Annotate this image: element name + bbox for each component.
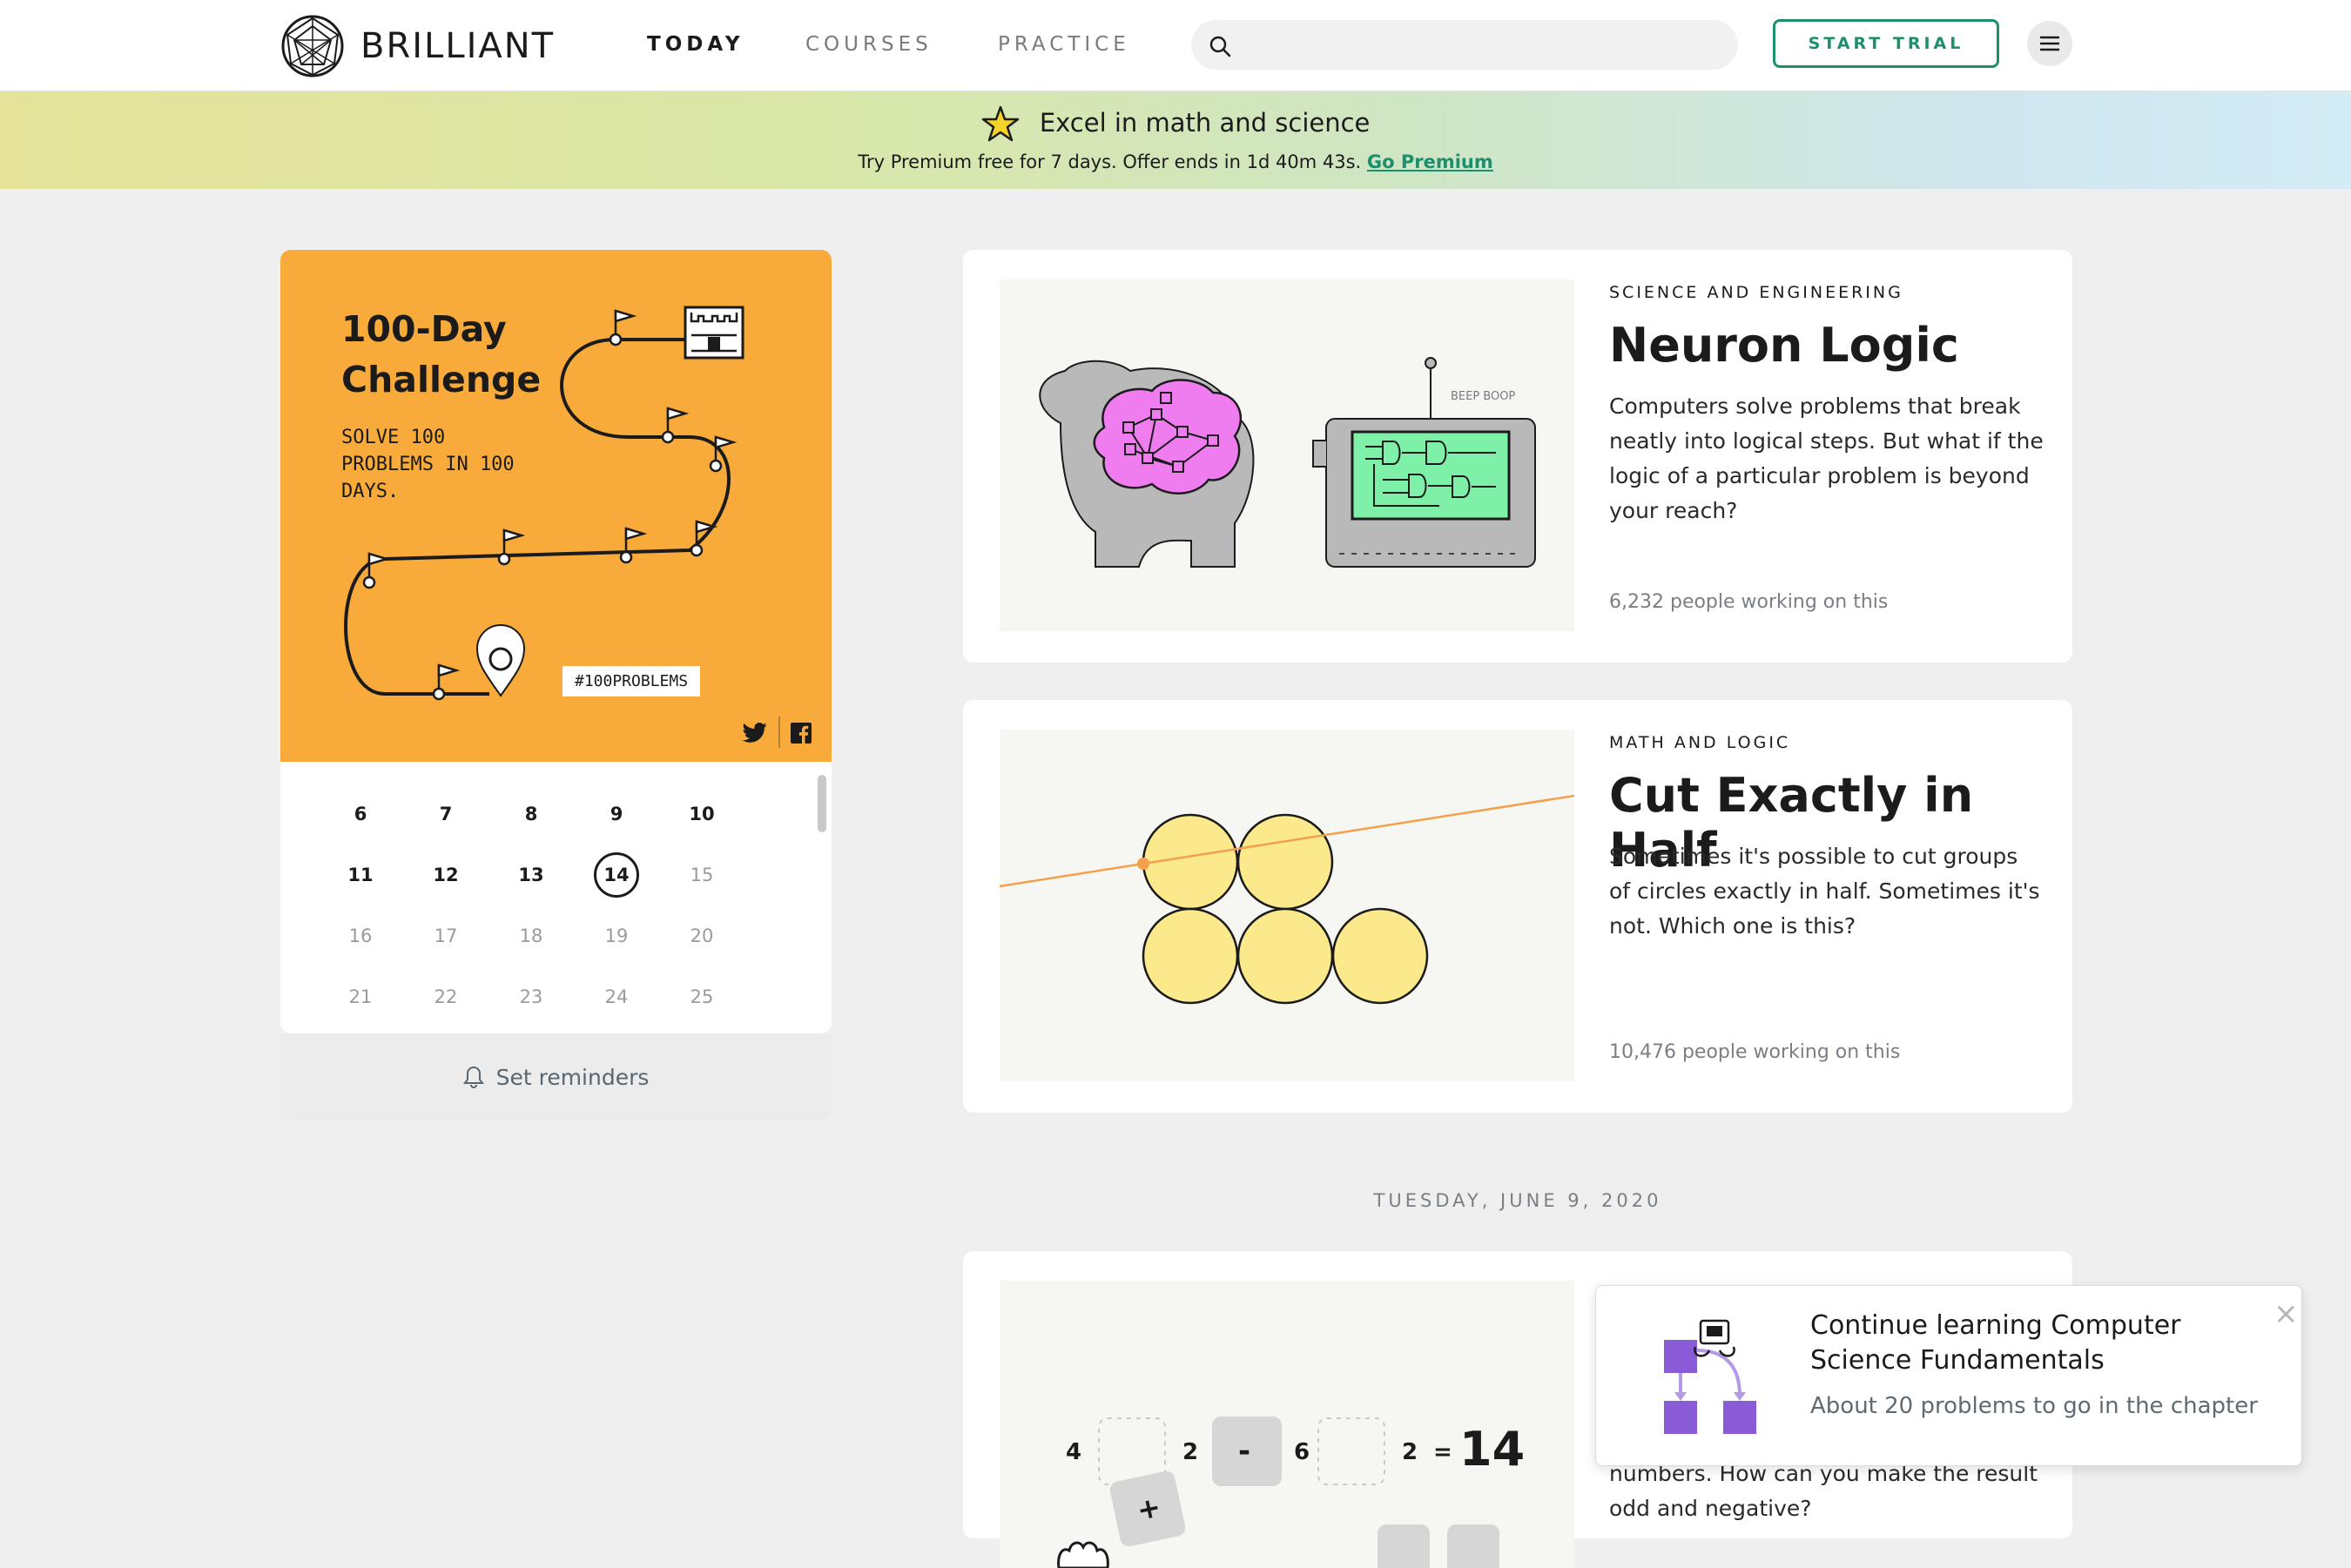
set-reminders-label: Set reminders <box>495 1064 650 1090</box>
course-flow-icon <box>1664 1319 1756 1434</box>
cut-line-handle[interactable] <box>1137 858 1149 870</box>
calendar-day[interactable]: 11 <box>338 852 383 898</box>
problem-card-neuron-logic[interactable]: BEEP BOOP SCIENCE AND ENGINEERING Neuron… <box>963 250 2072 663</box>
banner-subtitle: Try Premium free for 7 days. Offer ends … <box>858 151 1362 172</box>
hamburger-menu-button[interactable] <box>2027 21 2072 66</box>
calendar-day: 18 <box>519 925 543 946</box>
operator-tile[interactable] <box>1447 1524 1499 1568</box>
operator-tile[interactable] <box>1378 1524 1430 1568</box>
arithmetic-illustration: 4 2 - 6 2 = 14 + <box>1000 1281 1574 1568</box>
close-icon[interactable]: × <box>2274 1296 2299 1331</box>
calendar-day: 15 <box>690 865 714 885</box>
brilliant-logo-icon <box>281 15 344 77</box>
calendar-day: 23 <box>519 986 543 1007</box>
problem-category: MATH AND LOGIC <box>1609 733 1791 752</box>
flag-icon <box>619 527 648 564</box>
calendar-day: 20 <box>690 925 714 946</box>
empty-slot[interactable] <box>1317 1417 1385 1485</box>
banner-title-row: Excel in math and science <box>0 105 2351 144</box>
promo-banner: Excel in math and science Try Premium fr… <box>0 91 2351 189</box>
castle-icon <box>684 306 744 360</box>
calendar-day[interactable]: 12 <box>423 852 468 898</box>
equation-number: 6 <box>1294 1439 1310 1465</box>
brand-logo[interactable]: BRILLIANT <box>280 14 555 78</box>
search-bar[interactable] <box>1191 20 1738 70</box>
calendar-day: 16 <box>348 925 373 946</box>
problem-card-cut-in-half[interactable]: MATH AND LOGIC Cut Exactly in Half Somet… <box>963 700 2072 1113</box>
twitter-icon[interactable] <box>742 722 768 744</box>
calendar-day[interactable]: 13 <box>509 852 554 898</box>
star-icon <box>981 105 1019 142</box>
flag-icon <box>497 528 526 566</box>
brand-name: BRILLIANT <box>360 26 556 66</box>
social-divider <box>778 717 780 748</box>
bell-icon <box>462 1066 484 1088</box>
nav-today[interactable]: TODAY <box>647 33 744 56</box>
calendar-day[interactable]: 9 <box>594 791 639 837</box>
calendar-day: 21 <box>348 986 373 1007</box>
nav-courses[interactable]: COURSES <box>805 33 933 56</box>
facebook-icon[interactable] <box>791 723 812 744</box>
beep-boop-label: BEEP BOOP <box>1451 390 1515 403</box>
banner-title: Excel in math and science <box>1039 108 1371 138</box>
equation-number: 4 <box>1066 1439 1081 1465</box>
flag-icon <box>362 552 391 589</box>
search-input[interactable] <box>1245 29 1719 62</box>
calendar-day[interactable]: 7 <box>423 791 468 837</box>
problem-title[interactable]: Neuron Logic <box>1609 318 1959 373</box>
start-trial-button[interactable]: START TRIAL <box>1773 19 1999 68</box>
working-count: 10,476 people working on this <box>1609 1041 1901 1063</box>
cut-in-half-illustration <box>1000 730 1574 1081</box>
hamburger-icon <box>2040 36 2059 51</box>
hand-cursor-icon <box>1057 1541 1109 1568</box>
operator-tile-label: - <box>1238 1434 1250 1469</box>
calendar-day: 24 <box>604 986 629 1007</box>
calendar-day[interactable]: 8 <box>509 791 554 837</box>
top-header: BRILLIANT TODAY COURSES PRACTICE START T… <box>0 0 2351 91</box>
problem-description: Computers solve problems that break neat… <box>1609 394 2044 523</box>
search-icon <box>1209 36 1231 57</box>
neuron-logic-illustration: BEEP BOOP <box>1000 279 1574 631</box>
set-reminders-button[interactable]: Set reminders <box>280 1033 832 1120</box>
banner-subtitle-row: Try Premium free for 7 days. Offer ends … <box>0 151 2351 172</box>
equals-sign: = <box>1433 1439 1452 1465</box>
continue-learning-toast[interactable]: Continue learning Computer Science Funda… <box>1595 1285 2302 1466</box>
calendar-day: 17 <box>434 925 458 946</box>
date-separator: TUESDAY, JUNE 9, 2020 <box>1373 1190 1662 1211</box>
dragged-tile[interactable]: + <box>1108 1470 1187 1548</box>
challenge-card[interactable]: 100-Day Challenge SOLVE 100 PROBLEMS IN … <box>280 250 832 762</box>
calendar-day: 25 <box>690 986 714 1007</box>
circle-group <box>1142 813 1429 1005</box>
location-pin-icon <box>475 624 526 697</box>
calendar-day: 19 <box>604 925 629 946</box>
toast-title: Continue learning Computer Science Funda… <box>1810 1310 2181 1376</box>
equation-number: 2 <box>1182 1439 1198 1465</box>
equation-number: 2 <box>1402 1439 1418 1465</box>
problem-category: SCIENCE AND ENGINEERING <box>1609 283 1903 302</box>
go-premium-link[interactable]: Go Premium <box>1367 151 1493 172</box>
problem-description: Sometimes it's possible to cut groups of… <box>1609 844 2040 939</box>
challenge-calendar: 6 7 8 9 10 11 12 13 14 15 16 17 18 19 20 21 22 23 24 25 <box>280 762 832 1033</box>
equation-result: 14 <box>1459 1422 1525 1477</box>
hashtag-label: #100PROBLEMS <box>562 666 701 697</box>
toast-subtitle: About 20 problems to go in the chapter <box>1810 1393 2258 1419</box>
calendar-scrollbar[interactable] <box>818 775 826 832</box>
nav-practice[interactable]: PRACTICE <box>998 33 1130 56</box>
challenge-path-illustration <box>344 306 744 701</box>
calendar-day[interactable]: 10 <box>679 791 724 837</box>
problem-description: numbers. How can you make the result odd… <box>1609 1461 2038 1521</box>
calendar-day[interactable]: 6 <box>338 791 383 837</box>
working-count: 6,232 people working on this <box>1609 591 1889 613</box>
calendar-day[interactable]: 14 <box>594 852 639 898</box>
calendar-day: 22 <box>434 986 458 1007</box>
